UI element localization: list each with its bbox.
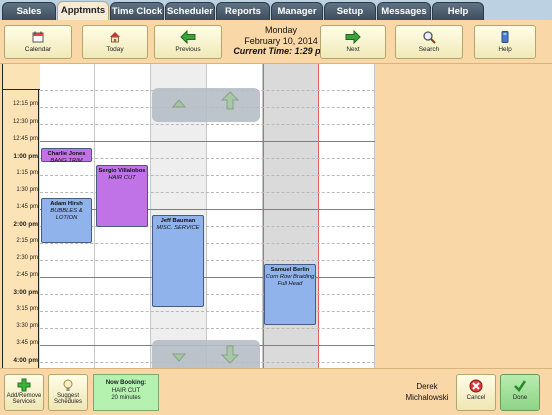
scroll-down-icon bbox=[171, 345, 240, 364]
time-label: 4:00 pm bbox=[13, 357, 38, 364]
arrow-right-icon bbox=[345, 30, 361, 44]
time-label: 12:30 pm bbox=[12, 119, 38, 125]
cancel-icon bbox=[469, 379, 483, 393]
user-first-name: Derek bbox=[416, 382, 438, 391]
time-label: 3:30 pm bbox=[16, 323, 38, 329]
time-column: 12:15 pm 12:30 pm 12:45 pm 1:00 pm 1:15 … bbox=[2, 64, 40, 368]
now-booking-duration: 20 minutes bbox=[111, 395, 141, 401]
appointment-service: Corn Row Braiding Full Head bbox=[265, 274, 315, 287]
user-name: Derek Michalowski bbox=[400, 381, 454, 403]
appointment-block[interactable]: Charlie Jones BANG TRIM bbox=[41, 148, 92, 164]
suggest-label: Suggest Schedules bbox=[53, 393, 83, 405]
add-icon bbox=[17, 378, 31, 392]
appointment-block[interactable]: Adam Hirsh BUBBLES & LOTION bbox=[41, 198, 92, 243]
appointment-client: Sergio Villalobos bbox=[98, 168, 146, 174]
time-column-header bbox=[3, 64, 40, 90]
appointment-service: MISC. SERVICE bbox=[156, 225, 200, 231]
appointment-block[interactable]: Jeff Bauman MISC. SERVICE bbox=[152, 215, 204, 307]
now-booking-panel: Now Booking: HAIR CUT 20 minutes bbox=[93, 374, 159, 411]
time-label: 1:45 pm bbox=[16, 204, 38, 210]
time-label: 1:30 pm bbox=[16, 187, 38, 193]
scroll-up-button[interactable] bbox=[152, 88, 260, 122]
tab-reports[interactable]: Reports bbox=[216, 2, 270, 20]
scroll-up-icon bbox=[171, 91, 240, 110]
appointment-service: HAIR CUT bbox=[108, 175, 136, 181]
home-icon bbox=[110, 32, 120, 43]
time-label: 2:30 pm bbox=[16, 255, 38, 261]
search-button[interactable]: Search bbox=[395, 25, 463, 59]
help-label: Help bbox=[498, 46, 512, 53]
calendar-label: Calendar bbox=[24, 46, 52, 53]
tab-apptmnts[interactable]: Apptmnts bbox=[57, 1, 109, 21]
tab-sales[interactable]: Sales bbox=[2, 2, 56, 20]
appointment-client: Charlie Jones bbox=[47, 151, 86, 157]
tab-scheduler[interactable]: Scheduler bbox=[165, 2, 215, 20]
time-label: 3:45 pm bbox=[16, 340, 38, 346]
add-remove-services-button[interactable]: Add/Remove Services bbox=[4, 374, 44, 411]
today-label: Today bbox=[106, 46, 124, 53]
done-label: Done bbox=[512, 395, 528, 401]
cancel-label: Cancel bbox=[466, 395, 486, 401]
time-label: 3:00 pm bbox=[13, 289, 38, 296]
time-label: 3:15 pm bbox=[16, 306, 38, 312]
tab-time-clock[interactable]: Time Clock bbox=[110, 2, 164, 20]
today-button[interactable]: Today bbox=[82, 25, 148, 59]
help-button[interactable]: Help bbox=[474, 25, 536, 59]
appointment-service: BANG TRIM bbox=[50, 158, 83, 164]
time-label: 12:15 pm bbox=[12, 101, 38, 107]
appointment-block[interactable]: Sergio Villalobos HAIR CUT bbox=[96, 165, 148, 227]
time-label: 2:45 pm bbox=[16, 272, 38, 278]
add-remove-label: Add/Remove Services bbox=[6, 393, 42, 405]
staff-column[interactable] bbox=[319, 64, 375, 368]
user-last-name: Michalowski bbox=[405, 393, 449, 402]
calendar-icon bbox=[32, 31, 44, 43]
search-label: Search bbox=[418, 46, 440, 53]
schedule-area: 12:15 pm 12:30 pm 12:45 pm 1:00 pm 1:15 … bbox=[0, 64, 552, 368]
appointment-client: Samuel Berlin bbox=[270, 267, 310, 273]
time-label: 12:45 pm bbox=[12, 136, 38, 142]
appointment-client: Jeff Bauman bbox=[160, 218, 196, 224]
calendar-button[interactable]: Calendar bbox=[4, 25, 72, 59]
arrow-left-icon bbox=[180, 30, 196, 44]
time-label: 2:15 pm bbox=[16, 238, 38, 244]
next-label: Next bbox=[346, 46, 360, 53]
tab-bar: Sales Apptmnts Time Clock Scheduler Repo… bbox=[0, 0, 552, 21]
tab-setup[interactable]: Setup bbox=[324, 2, 376, 20]
time-label: 2:00 pm bbox=[13, 221, 38, 228]
scroll-down-button[interactable] bbox=[152, 340, 260, 368]
cancel-button[interactable]: Cancel bbox=[456, 374, 496, 411]
checkmark-icon bbox=[514, 380, 527, 392]
help-book-icon bbox=[501, 31, 509, 43]
time-label: 1:15 pm bbox=[16, 170, 38, 176]
previous-button[interactable]: Previous bbox=[154, 25, 222, 59]
next-button[interactable]: Next bbox=[320, 25, 386, 59]
toolbar: Calendar Today Previous Monday February … bbox=[0, 20, 552, 64]
now-booking-title: Now Booking: bbox=[105, 380, 147, 386]
tab-manager[interactable]: Manager bbox=[271, 2, 323, 20]
schedule-grid[interactable]: Charlie Jones BANG TRIM Sergio Villalobo… bbox=[40, 64, 375, 368]
appointment-block[interactable]: Samuel Berlin Corn Row Braiding Full Hea… bbox=[264, 264, 316, 325]
time-label: 1:00 pm bbox=[13, 153, 38, 160]
lightbulb-icon bbox=[63, 379, 73, 391]
bottom-bar: Add/Remove Services Suggest Schedules No… bbox=[0, 368, 552, 415]
appointment-client: Adam Hirsh bbox=[50, 201, 83, 207]
previous-label: Previous bbox=[175, 46, 201, 53]
done-button[interactable]: Done bbox=[500, 374, 540, 411]
suggest-schedules-button[interactable]: Suggest Schedules bbox=[48, 374, 88, 411]
appointment-service: BUBBLES & LOTION bbox=[50, 208, 83, 221]
tab-help[interactable]: Help bbox=[432, 2, 484, 20]
tab-messages[interactable]: Messages bbox=[377, 2, 431, 20]
now-booking-service: HAIR CUT bbox=[111, 387, 141, 394]
search-icon bbox=[423, 31, 436, 44]
